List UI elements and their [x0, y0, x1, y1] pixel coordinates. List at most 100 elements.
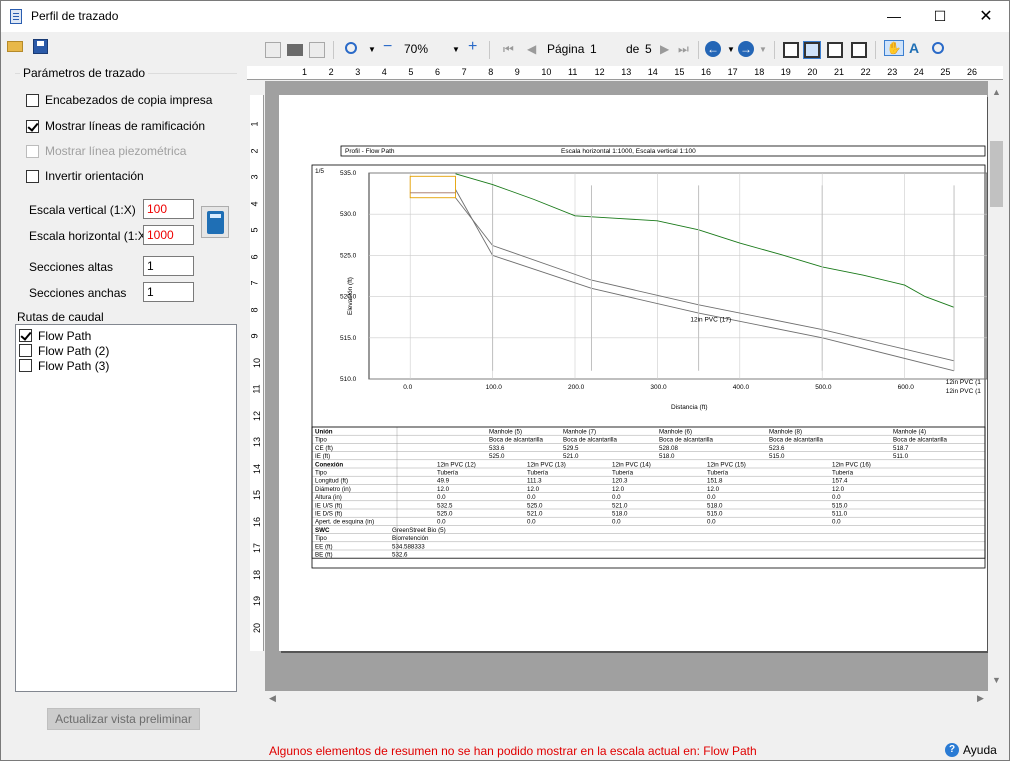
- rutas-item[interactable]: Flow Path (2): [19, 343, 109, 358]
- prev-page-icon[interactable]: ◀: [527, 42, 536, 56]
- zoom-value[interactable]: 70%: [404, 42, 428, 56]
- checkbox-box[interactable]: [19, 344, 32, 357]
- escala-horizontal-label: Escala horizontal (1:X): [29, 229, 150, 243]
- checkbox-box[interactable]: [26, 119, 39, 133]
- scroll-up-icon[interactable]: ▲: [992, 87, 1001, 97]
- checkbox-box[interactable]: [19, 359, 32, 372]
- ruler-tick-label: 26: [967, 67, 978, 77]
- open-folder-icon[interactable]: [7, 41, 23, 52]
- app-icon: [10, 9, 22, 24]
- ruler-tick-label: 19: [252, 595, 263, 607]
- x-tick-label: 300.0: [650, 384, 667, 391]
- scroll-right-icon[interactable]: ▶: [977, 693, 984, 704]
- last-page-icon[interactable]: ⏭: [678, 42, 689, 57]
- minimize-button[interactable]: —: [871, 1, 917, 32]
- scroll-down-icon[interactable]: ▼: [992, 675, 1001, 685]
- two-page-icon[interactable]: [803, 41, 821, 59]
- secciones-altas-input[interactable]: [143, 256, 194, 276]
- print-icon[interactable]: [287, 44, 303, 56]
- calculator-button[interactable]: [201, 206, 229, 238]
- table-cell: 523.6: [769, 445, 785, 452]
- maximize-button[interactable]: ☐: [917, 1, 963, 32]
- table-cell: 0.0: [527, 494, 536, 501]
- y-tick-label: 530.0: [340, 211, 357, 218]
- vertical-scroll-thumb[interactable]: [990, 141, 1003, 207]
- forward-icon[interactable]: →: [738, 41, 754, 57]
- ruler-tick-label: 13: [621, 67, 632, 77]
- table-cell: 525.0: [527, 502, 543, 509]
- table-cell: 525.0: [489, 453, 505, 460]
- zoom-out-icon[interactable]: −: [383, 38, 392, 56]
- table-cell: 12in PVC (12): [437, 461, 476, 468]
- zoom-in-icon[interactable]: +: [468, 38, 477, 56]
- vertical-scrollbar[interactable]: ▲ ▼: [988, 81, 1005, 691]
- ruler-tick-label: 1: [302, 67, 308, 77]
- scroll-left-icon[interactable]: ◀: [269, 693, 276, 704]
- x-tick-label: 0.0: [403, 384, 412, 391]
- next-page-icon[interactable]: ▶: [660, 42, 669, 56]
- checkbox-box[interactable]: [19, 329, 32, 342]
- ruler-tick-label: 8: [249, 306, 260, 313]
- ruler-tick-label: 1: [249, 121, 260, 127]
- table-cell: 12in PVC (14): [612, 461, 651, 468]
- checkbox-box[interactable]: [26, 93, 39, 107]
- checkbox-invertir[interactable]: Invertir orientación: [26, 168, 144, 184]
- table-cell: 0.0: [832, 494, 841, 501]
- rutas-list[interactable]: Flow Path Flow Path (2) Flow Path (3): [15, 324, 237, 692]
- close-button[interactable]: ✕: [963, 1, 1009, 32]
- ruler-tick-label: 17: [727, 67, 738, 77]
- table-cell: Tubería: [612, 470, 634, 477]
- multi-page-icon[interactable]: [851, 42, 867, 58]
- back-dropdown-icon[interactable]: ▼: [727, 45, 735, 54]
- secciones-anchas-input[interactable]: [143, 282, 194, 302]
- page-width-icon[interactable]: [827, 42, 843, 58]
- table-cell: 12.0: [527, 486, 540, 493]
- swc-box: [409, 175, 456, 199]
- ruler-tick-label: 23: [887, 67, 898, 77]
- table-cell: Manhole (8): [769, 429, 802, 436]
- magnifier-icon[interactable]: [932, 42, 944, 54]
- table-cell: Tubería: [527, 470, 549, 477]
- page-setup-icon[interactable]: [309, 42, 325, 58]
- ruler-tick-label: 14: [252, 463, 263, 474]
- text-tool-icon[interactable]: A: [909, 40, 919, 56]
- table-cell: 525.0: [437, 511, 453, 518]
- checkbox-ramificacion[interactable]: Mostrar líneas de ramificación: [26, 118, 205, 134]
- window: Perfil de trazado — ☐ ✕ Parámetros de tr…: [0, 0, 1010, 761]
- y-tick-label: 535.0: [340, 170, 357, 177]
- help-link[interactable]: ? Ayuda: [945, 743, 997, 757]
- save-icon[interactable]: [33, 39, 48, 54]
- forward-dropdown-icon[interactable]: ▼: [759, 45, 767, 54]
- horizontal-scrollbar[interactable]: ◀ ▶: [265, 691, 989, 708]
- first-page-icon[interactable]: ⏮: [503, 42, 514, 57]
- page-number-input[interactable]: 1: [590, 42, 597, 56]
- escala-vertical-input[interactable]: [143, 199, 194, 219]
- zoom-select-arrow-icon[interactable]: ▼: [452, 45, 460, 54]
- page-of-label: de: [626, 42, 640, 56]
- table-cell: 518.7: [893, 445, 909, 452]
- zoom-dropdown-icon[interactable]: ▼: [368, 45, 376, 54]
- table-cell: 0.0: [437, 494, 446, 501]
- update-preview-button[interactable]: Actualizar vista preliminar: [47, 708, 200, 730]
- checkbox-box[interactable]: [26, 169, 39, 183]
- ruler-tick-label: 10: [252, 357, 263, 368]
- back-icon[interactable]: ←: [705, 41, 721, 57]
- rutas-item[interactable]: Flow Path (3): [19, 358, 109, 373]
- single-page-icon[interactable]: [783, 42, 799, 58]
- hand-tool-icon[interactable]: ✋: [884, 40, 904, 56]
- copy-icon[interactable]: [265, 42, 281, 58]
- escala-horizontal-input[interactable]: [143, 225, 194, 245]
- table-cell: 518.0: [659, 453, 675, 460]
- ruler-tick-label: 15: [252, 489, 263, 501]
- checkbox-encabezados[interactable]: Encabezados de copia impresa: [26, 92, 212, 108]
- zoom-icon[interactable]: [345, 42, 357, 54]
- ruler-tick-label: 6: [435, 67, 441, 77]
- ruler-tick-label: 25: [940, 67, 951, 77]
- ruler-tick-label: 11: [568, 67, 578, 77]
- table-cell: 0.0: [832, 519, 841, 526]
- table-cell: Tubería: [707, 470, 729, 477]
- y-axis-label: Elevación (ft): [347, 277, 354, 315]
- rutas-item[interactable]: Flow Path: [19, 328, 91, 343]
- table-cell: 0.0: [707, 494, 716, 501]
- ruler-tick-label: 16: [252, 516, 263, 527]
